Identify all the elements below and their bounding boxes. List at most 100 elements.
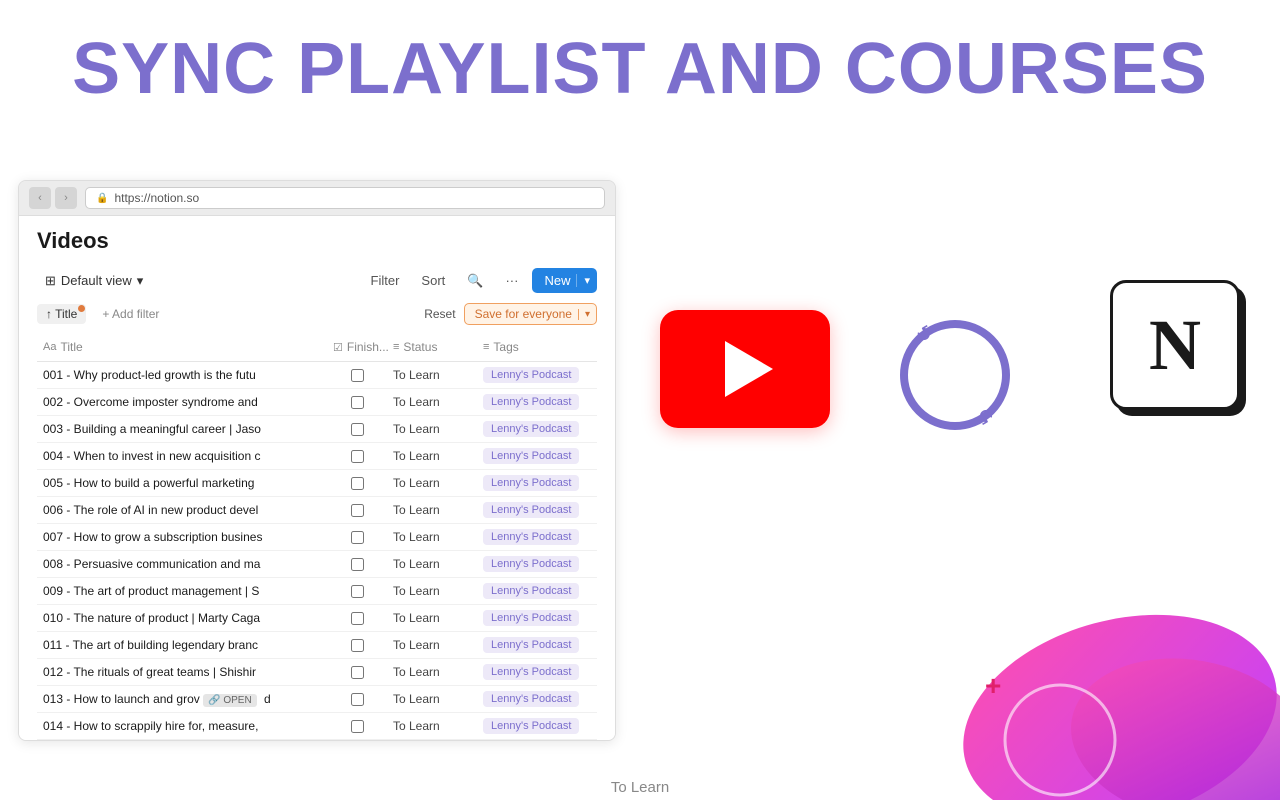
finish-checkbox[interactable] — [351, 666, 364, 679]
tag-badge: Lenny's Podcast — [483, 556, 579, 572]
cell-finish[interactable] — [327, 634, 387, 657]
view-selector[interactable]: ⊞ Default view ▾ — [37, 269, 151, 293]
cell-finish[interactable] — [327, 445, 387, 468]
toolbar-row: ⊞ Default view ▾ Filter Sort 🔍 ··· New ▾ — [37, 268, 597, 293]
url-text: https://notion.so — [114, 191, 199, 205]
tag-badge: Lenny's Podcast — [483, 502, 579, 518]
cell-title: 002 - Overcome imposter syndrome and — [37, 390, 327, 414]
finish-checkbox[interactable] — [351, 720, 364, 733]
cell-status: To Learn — [387, 660, 477, 684]
cell-finish[interactable] — [327, 364, 387, 387]
cell-tags: Lenny's Podcast — [477, 605, 597, 631]
text-icon: Aa — [43, 341, 56, 353]
cell-tags: Lenny's Podcast — [477, 686, 597, 712]
view-label: Default view — [61, 273, 132, 288]
filter-button[interactable]: Filter — [363, 269, 408, 292]
table-row: 008 - Persuasive communication and ma To… — [37, 551, 597, 578]
tag-badge: Lenny's Podcast — [483, 421, 579, 437]
finish-checkbox[interactable] — [351, 585, 364, 598]
cell-tags: Lenny's Podcast — [477, 659, 597, 685]
finish-checkbox[interactable] — [351, 450, 364, 463]
col-finish-label: Finish... — [347, 340, 389, 354]
open-badge: 🔗 OPEN — [203, 694, 257, 707]
search-button[interactable]: 🔍 — [459, 269, 491, 293]
finish-checkbox[interactable] — [351, 558, 364, 571]
tag-badge: Lenny's Podcast — [483, 394, 579, 410]
bottom-label: To Learn — [0, 779, 1280, 800]
finish-checkbox[interactable] — [351, 396, 364, 409]
save-for-everyone-button[interactable]: Save for everyone ▾ — [464, 303, 597, 325]
cell-title: 005 - How to build a powerful marketing — [37, 471, 327, 495]
cell-tags: Lenny's Podcast — [477, 416, 597, 442]
finish-checkbox[interactable] — [351, 639, 364, 652]
cell-finish[interactable] — [327, 391, 387, 414]
cell-finish[interactable] — [327, 580, 387, 603]
cell-title: 010 - The nature of product | Marty Caga — [37, 606, 327, 630]
reset-button[interactable]: Reset — [424, 307, 455, 321]
new-button[interactable]: New ▾ — [532, 268, 597, 293]
cell-finish[interactable] — [327, 553, 387, 576]
new-button-label: New — [544, 273, 576, 288]
sort-button[interactable]: Sort — [413, 269, 453, 292]
filter-active-dot — [78, 305, 85, 312]
cell-finish[interactable] — [327, 472, 387, 495]
browser-nav: ‹ › — [29, 187, 77, 209]
table-row: 012 - The rituals of great teams | Shish… — [37, 659, 597, 686]
cell-finish[interactable] — [327, 526, 387, 549]
cell-status: To Learn — [387, 390, 477, 414]
cell-tags: Lenny's Podcast — [477, 497, 597, 523]
col-tags: ≡ Tags — [477, 337, 597, 357]
new-button-chevron[interactable]: ▾ — [576, 274, 597, 287]
cell-title: 013 - How to launch and grov 🔗 OPEN d — [37, 687, 327, 712]
cell-status: To Learn — [387, 687, 477, 711]
table-icon: ⊞ — [45, 273, 56, 289]
cell-title: 004 - When to invest in new acquisition … — [37, 444, 327, 468]
cell-tags: Lenny's Podcast — [477, 713, 597, 739]
cell-finish[interactable] — [327, 661, 387, 684]
tag-badge: Lenny's Podcast — [483, 610, 579, 626]
forward-button[interactable]: › — [55, 187, 77, 209]
finish-checkbox[interactable] — [351, 612, 364, 625]
finish-checkbox[interactable] — [351, 423, 364, 436]
browser-window: ‹ › 🔒 https://notion.so Videos ⊞ Default… — [18, 180, 616, 741]
back-button[interactable]: ‹ — [29, 187, 51, 209]
title-filter-tag[interactable]: ↑ Title — [37, 304, 86, 324]
cell-finish[interactable] — [327, 499, 387, 522]
cell-tags: Lenny's Podcast — [477, 524, 597, 550]
finish-checkbox[interactable] — [351, 693, 364, 706]
cell-finish[interactable] — [327, 418, 387, 441]
table-row: 003 - Building a meaningful career | Jas… — [37, 416, 597, 443]
table-row: 002 - Overcome imposter syndrome and To … — [37, 389, 597, 416]
cell-title: 011 - The art of building legendary bran… — [37, 633, 327, 657]
cell-title: 012 - The rituals of great teams | Shish… — [37, 660, 327, 684]
save-btn-chevron[interactable]: ▾ — [578, 309, 596, 320]
add-filter-button[interactable]: + Add filter — [94, 304, 167, 324]
more-options-button[interactable]: ··· — [497, 269, 526, 292]
cell-tags: Lenny's Podcast — [477, 632, 597, 658]
finish-checkbox[interactable] — [351, 531, 364, 544]
cell-tags: Lenny's Podcast — [477, 389, 597, 415]
table-row: 001 - Why product-led growth is the futu… — [37, 362, 597, 389]
table-row: 009 - The art of product management | S … — [37, 578, 597, 605]
cell-finish[interactable] — [327, 607, 387, 630]
finish-checkbox[interactable] — [351, 369, 364, 382]
finish-checkbox[interactable] — [351, 504, 364, 517]
youtube-play-icon — [725, 341, 773, 397]
cell-status: To Learn — [387, 579, 477, 603]
cell-status: To Learn — [387, 633, 477, 657]
url-bar[interactable]: 🔒 https://notion.so — [85, 187, 605, 209]
sync-arrow-bottom-icon: ↺ — [972, 400, 999, 430]
cell-finish[interactable] — [327, 715, 387, 738]
cell-finish[interactable] — [327, 688, 387, 711]
cell-status: To Learn — [387, 417, 477, 441]
finish-checkbox[interactable] — [351, 477, 364, 490]
cell-title: 009 - The art of product management | S — [37, 579, 327, 603]
cell-title: 006 - The role of AI in new product deve… — [37, 498, 327, 522]
tag-badge: Lenny's Podcast — [483, 475, 579, 491]
col-status: ≡ Status — [387, 337, 477, 357]
browser-topbar: ‹ › 🔒 https://notion.so — [19, 181, 615, 216]
tag-badge: Lenny's Podcast — [483, 583, 579, 599]
filter-row: ↑ Title + Add filter Reset Save for ever… — [37, 303, 597, 325]
col-finish: ☑ Finish... — [327, 337, 387, 357]
cell-tags: Lenny's Podcast — [477, 362, 597, 388]
